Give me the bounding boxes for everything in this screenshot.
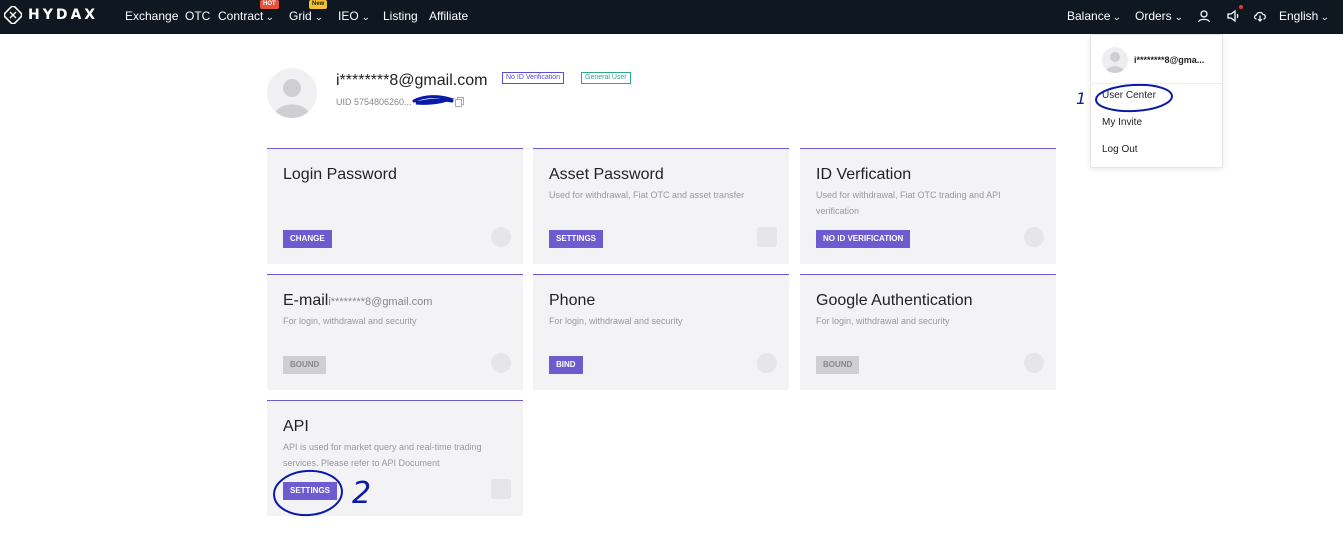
- logo[interactable]: HYDAX: [4, 6, 98, 24]
- menu-item-my-invite[interactable]: My Invite: [1102, 117, 1142, 128]
- top-navigation-bar: HYDAX Exchange OTC Contract ⌄ HOT Grid ⌄ N…: [0, 0, 1343, 34]
- language-selector[interactable]: English ⌄: [1279, 9, 1330, 23]
- id-verification-button[interactable]: NO ID VERIFICATION: [816, 230, 911, 248]
- nav-grid[interactable]: Grid ⌄ New: [289, 0, 328, 23]
- chevron-down-icon: ⌄: [1112, 12, 1122, 22]
- copy-icon[interactable]: [455, 97, 464, 107]
- download-icon[interactable]: [1253, 9, 1267, 23]
- announcement-icon[interactable]: [1226, 9, 1240, 23]
- nav-ieo-label: IEO: [338, 9, 359, 23]
- nav-balance[interactable]: Balance ⌄: [1067, 9, 1122, 23]
- key-icon: [491, 227, 511, 247]
- nav-otc[interactable]: OTC: [185, 9, 210, 23]
- chevron-down-icon: ⌄: [1320, 12, 1330, 22]
- redaction-scribble: [412, 95, 455, 105]
- card-title: Login Password: [283, 166, 397, 183]
- nav-ieo[interactable]: IEO ⌄: [338, 9, 370, 23]
- card-description: For login, withdrawal and security: [283, 316, 417, 326]
- change-password-button[interactable]: CHANGE: [283, 230, 332, 248]
- user-dropdown-menu: i********8@gma... User Center My Invite …: [1090, 34, 1223, 168]
- hydax-logo-icon: [4, 6, 22, 24]
- dropdown-email: i********8@gma...: [1134, 55, 1205, 65]
- nav-orders[interactable]: Orders ⌄: [1135, 9, 1183, 23]
- chevron-down-icon: ⌄: [313, 12, 323, 22]
- default-avatar-icon: [1105, 52, 1125, 73]
- nav-grid-label: Grid: [289, 9, 312, 23]
- card-title: Phone: [549, 292, 596, 309]
- card-description: For login, withdrawal and security: [816, 316, 950, 326]
- avatar: [267, 68, 317, 118]
- menu-item-log-out[interactable]: Log Out: [1102, 144, 1138, 155]
- card-title: API: [283, 418, 309, 435]
- login-password-card: Login Password CHANGE: [267, 148, 523, 264]
- api-settings-button[interactable]: SETTINGS: [283, 482, 338, 500]
- email-card: E-maili********8@gmail.com For login, wi…: [267, 274, 523, 390]
- email-title: E-mail: [283, 292, 329, 309]
- card-description: Used for withdrawal, Fiat OTC trading an…: [816, 190, 1001, 216]
- uid-text: UID 5754806260...: [336, 97, 412, 107]
- shield-icon: [1024, 227, 1044, 247]
- phone-card: Phone For login, withdrawal and security…: [533, 274, 789, 390]
- card-description: For login, withdrawal and security: [549, 316, 683, 326]
- logo-text: HYDAX: [28, 7, 99, 23]
- chevron-down-icon: ⌄: [360, 12, 370, 22]
- card-description: Used for withdrawal, Fiat OTC and asset …: [549, 190, 745, 200]
- chevron-down-icon: ⌄: [1173, 12, 1183, 22]
- divider: [1091, 83, 1222, 84]
- card-title: E-maili********8@gmail.com: [283, 292, 432, 310]
- card-title: Asset Password: [549, 166, 664, 183]
- chevron-down-icon: ⌄: [265, 12, 275, 22]
- asset-password-card: Asset Password Used for withdrawal, Fiat…: [533, 148, 789, 264]
- new-tag: New: [309, 0, 328, 9]
- bind-phone-button[interactable]: BIND: [549, 356, 583, 374]
- google-auth-card: Google Authentication For login, withdra…: [800, 274, 1056, 390]
- card-description: API is used for market query and real-ti…: [283, 442, 482, 468]
- bound-email: i********8@gmail.com: [328, 296, 433, 308]
- annotation-number-1: 1: [1076, 89, 1086, 108]
- phone-icon: [757, 353, 777, 373]
- nav-contract[interactable]: Contract ⌄ HOT: [218, 0, 279, 23]
- asset-password-settings-button[interactable]: SETTINGS: [549, 230, 604, 248]
- lock-icon: [757, 227, 777, 247]
- mail-icon: [491, 353, 511, 373]
- nav-affiliate[interactable]: Affiliate: [429, 9, 468, 23]
- nav-contract-label: Contract: [218, 9, 264, 23]
- id-status-badge: No ID Verification: [502, 72, 565, 84]
- language-label: English: [1279, 9, 1319, 23]
- card-title: Google Authentication: [816, 292, 973, 309]
- hot-tag: HOT: [260, 0, 279, 9]
- id-verification-card: ID Verfication Used for withdrawal, Fiat…: [800, 148, 1056, 264]
- nav-orders-label: Orders: [1135, 9, 1172, 23]
- card-title: ID Verfication: [816, 166, 912, 183]
- google-auth-bound-button: BOUND: [816, 356, 860, 374]
- avatar: [1102, 47, 1128, 73]
- notification-dot: [1239, 5, 1243, 9]
- email-bound-button: BOUND: [283, 356, 327, 374]
- nav-exchange[interactable]: Exchange: [125, 9, 178, 23]
- google-icon: [1024, 353, 1044, 373]
- menu-item-user-center[interactable]: User Center: [1102, 90, 1156, 101]
- nav-listing[interactable]: Listing: [383, 9, 418, 23]
- user-level-badge: General User: [581, 72, 631, 84]
- nav-balance-label: Balance: [1067, 9, 1111, 23]
- api-icon: [491, 479, 511, 499]
- default-avatar-icon: [273, 79, 311, 118]
- api-card: API API is used for market query and rea…: [267, 400, 523, 516]
- account-email: i********8@gmail.com: [336, 72, 488, 89]
- user-icon[interactable]: [1197, 9, 1211, 23]
